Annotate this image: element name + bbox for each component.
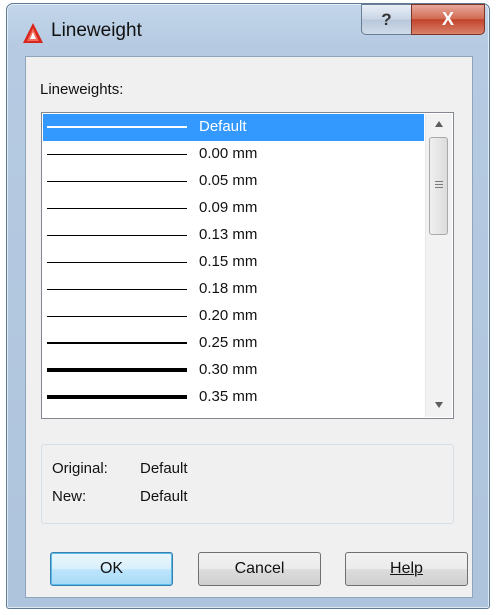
lineweight-item[interactable]: 0.20 mm (43, 303, 424, 330)
original-value: Default (140, 460, 188, 477)
lineweight-item-label: 0.05 mm (199, 172, 258, 189)
question-icon: ? (381, 10, 392, 29)
help-caption-button[interactable]: ? (361, 4, 412, 35)
lineweight-item[interactable]: 0.30 mm (43, 357, 424, 384)
arrow-down-icon (435, 402, 443, 408)
lineweight-sample-line (47, 316, 187, 317)
dialog-body: Lineweights: Default 0.00 mm 0.05 mm 0.09 m… (25, 56, 473, 598)
new-label: New: (52, 488, 87, 505)
scroll-up-button[interactable] (426, 114, 452, 136)
lineweight-item-label: 0.35 mm (199, 388, 258, 405)
lineweight-sample-line (47, 342, 187, 344)
lineweight-item[interactable]: 0.15 mm (43, 249, 424, 276)
lineweight-item[interactable]: 0.05 mm (43, 168, 424, 195)
close-icon: X (441, 9, 454, 29)
lineweight-item-label: 0.15 mm (199, 253, 258, 270)
help-button[interactable]: Help (345, 552, 468, 586)
lineweight-sample-line (47, 262, 187, 263)
lineweight-sample-line (47, 154, 187, 155)
lineweight-sample-line (47, 235, 187, 236)
vertical-scrollbar[interactable] (425, 114, 452, 417)
window-title: Lineweight (51, 20, 142, 41)
lineweight-item[interactable]: Default (43, 114, 424, 141)
lineweight-sample-line (47, 181, 187, 182)
lineweight-sample-line (47, 126, 187, 128)
cancel-button[interactable]: Cancel (198, 552, 321, 586)
new-value: Default (140, 488, 188, 505)
scroll-thumb[interactable] (429, 137, 448, 235)
lineweight-item-label: 0.13 mm (199, 226, 258, 243)
lineweight-sample-line (47, 395, 187, 399)
scroll-down-button[interactable] (426, 395, 452, 417)
lineweights-listbox[interactable]: Default 0.00 mm 0.05 mm 0.09 mm 0.13 mm 0.15 … (41, 112, 454, 419)
lineweight-item[interactable]: 0.25 mm (43, 330, 424, 357)
grip-icon (435, 181, 443, 188)
lineweight-sample-line (47, 289, 187, 290)
arrow-up-icon (435, 121, 443, 127)
lineweight-sample-line (47, 368, 187, 372)
lineweight-item-label: 0.30 mm (199, 361, 258, 378)
lineweight-item[interactable]: 0.18 mm (43, 276, 424, 303)
lineweight-item-label: 0.25 mm (199, 334, 258, 351)
lineweight-item[interactable]: 0.35 mm (43, 384, 424, 411)
lineweight-item[interactable]: 0.09 mm (43, 195, 424, 222)
lineweight-item-label: 0.00 mm (199, 145, 258, 162)
lineweight-sample-line (47, 208, 187, 209)
lineweight-item[interactable]: 0.00 mm (43, 141, 424, 168)
autocad-logo-icon (23, 23, 43, 43)
lineweight-item-label: 0.09 mm (199, 199, 258, 216)
lineweight-item[interactable]: 0.13 mm (43, 222, 424, 249)
close-button[interactable]: X (411, 4, 485, 35)
lineweights-label: Lineweights: (40, 81, 124, 98)
help-button-label: Help (390, 560, 423, 577)
ok-button[interactable]: OK (50, 552, 173, 586)
title-bar[interactable]: Lineweight ? X (7, 4, 489, 54)
dialog-window: Lineweight ? X Lineweights: Default 0.00 … (6, 3, 490, 609)
lineweight-info-panel: Original: Default New: Default (41, 444, 454, 524)
lineweights-items: Default 0.00 mm 0.05 mm 0.09 mm 0.13 mm 0.15 … (43, 114, 424, 411)
lineweight-item-label: Default (199, 118, 247, 135)
lineweight-item-label: 0.20 mm (199, 307, 258, 324)
original-label: Original: (52, 460, 108, 477)
lineweight-item-label: 0.18 mm (199, 280, 258, 297)
